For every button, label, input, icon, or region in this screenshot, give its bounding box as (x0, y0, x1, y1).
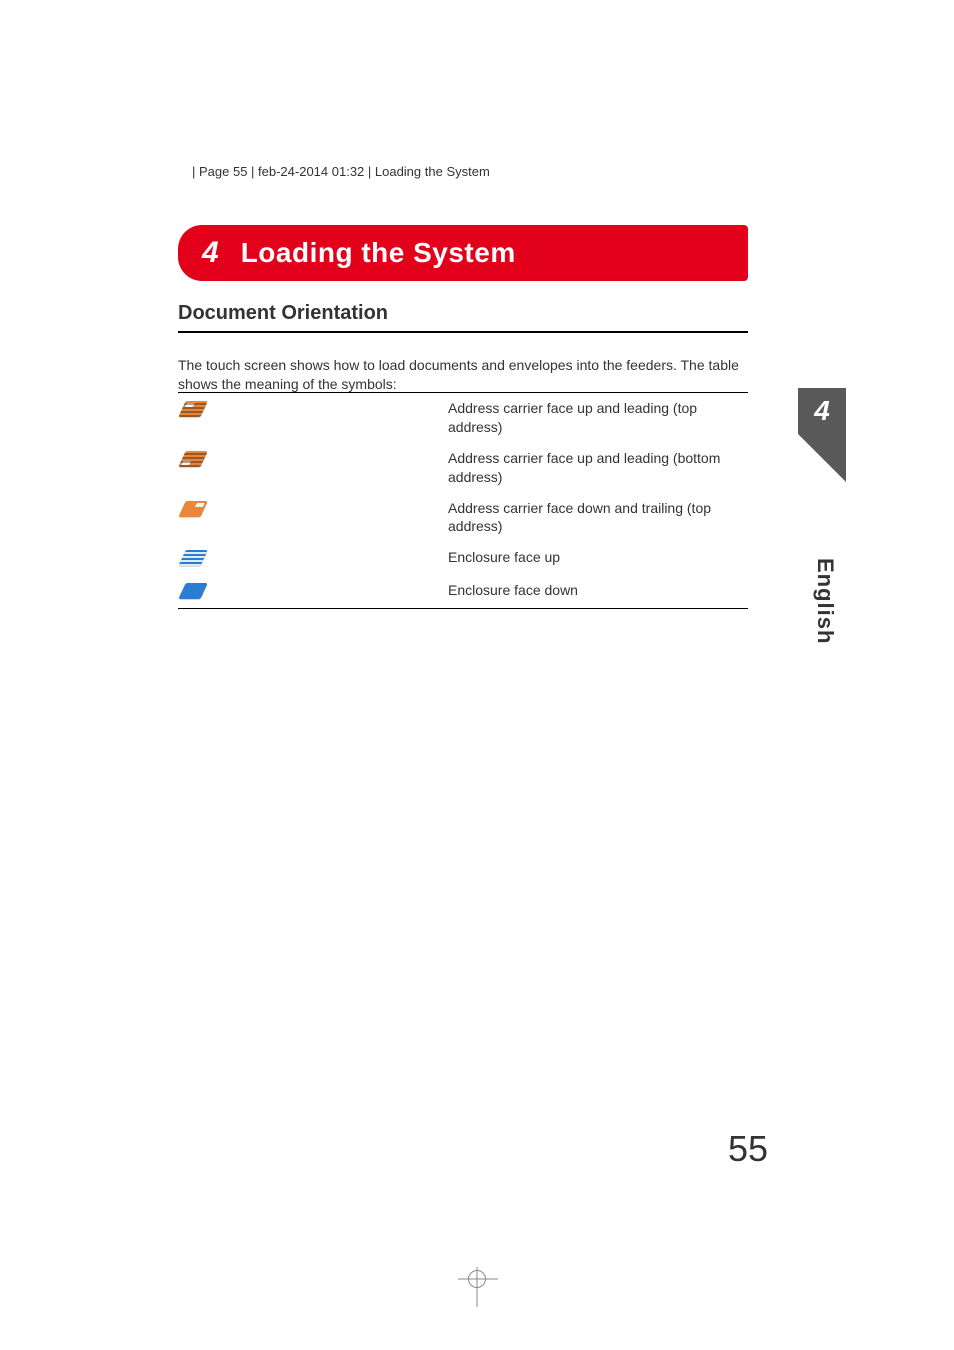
side-chapter-tab: 4 (798, 388, 846, 434)
row-description: Address carrier face down and trailing (… (448, 499, 748, 537)
address-face-up-leading-bottom-icon (178, 451, 207, 467)
table-row: Address carrier face up and leading (top… (178, 393, 748, 443)
orientation-table: Address carrier face up and leading (top… (178, 392, 748, 609)
page-header: | Page 55 | feb-24-2014 01:32 | Loading … (192, 164, 490, 179)
table-row: Enclosure face down (178, 575, 748, 608)
row-description: Enclosure face down (448, 581, 748, 600)
table-row: Address carrier face up and leading (bot… (178, 443, 748, 493)
side-language-label: English (812, 558, 838, 644)
enclosure-face-up-icon (178, 550, 207, 566)
address-face-up-leading-top-icon (178, 401, 207, 417)
row-description: Address carrier face up and leading (top… (448, 399, 748, 437)
table-row: Address carrier face down and trailing (… (178, 493, 748, 543)
section-intro: The touch screen shows how to load docum… (178, 356, 748, 394)
address-face-down-trailing-top-icon (178, 501, 207, 517)
side-chapter-tab-arrow (798, 434, 846, 482)
table-row: Enclosure face up (178, 542, 748, 575)
enclosure-face-down-icon (178, 583, 207, 599)
registration-mark-icon (468, 1270, 486, 1288)
row-description: Address carrier face up and leading (bot… (448, 449, 748, 487)
page-number: 55 (728, 1128, 768, 1170)
chapter-title: Loading the System (241, 237, 516, 269)
chapter-banner: 4 Loading the System (178, 225, 748, 281)
chapter-number: 4 (202, 236, 219, 270)
row-description: Enclosure face up (448, 548, 748, 567)
section-heading: Document Orientation (178, 302, 748, 333)
